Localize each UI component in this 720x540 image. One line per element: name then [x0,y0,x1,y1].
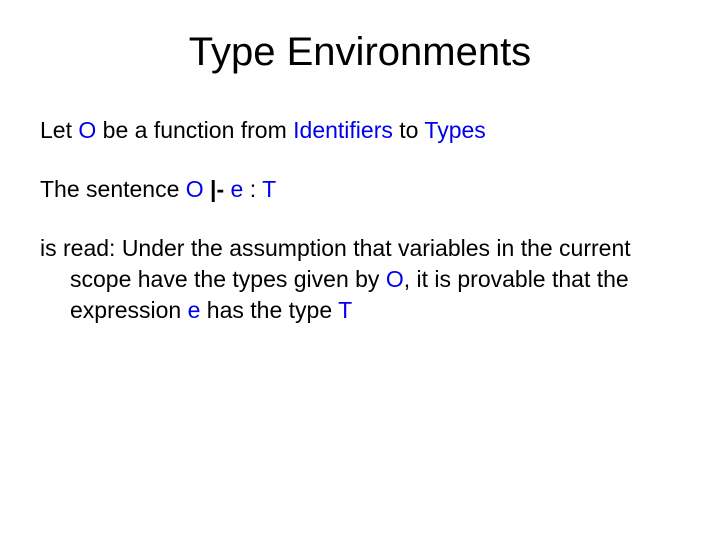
symbol-O: O [78,117,96,143]
text: Let [40,117,78,143]
symbol-e: e [231,176,244,202]
symbol-e: e [188,297,201,323]
line-definition: Let O be a function from Identifiers to … [40,115,680,146]
symbol-O: O [186,176,204,202]
text: The sentence [40,176,186,202]
line-reading: is read: Under the assumption that varia… [40,233,680,326]
slide-container: Type Environments Let O be a function fr… [0,0,720,540]
term-types: Types [424,117,485,143]
term-identifiers: Identifiers [293,117,393,143]
line-sentence: The sentence O |- e : T [40,174,680,205]
turnstile-symbol: |- [204,176,231,202]
text: : [243,176,262,202]
text: to [393,117,425,143]
symbol-T: T [262,176,276,202]
text: be a function from [96,117,293,143]
slide-title: Type Environments [40,30,680,75]
text: has the type [200,297,338,323]
symbol-O: O [386,266,404,292]
symbol-T: T [338,297,352,323]
slide-body: Let O be a function from Identifiers to … [40,115,680,326]
